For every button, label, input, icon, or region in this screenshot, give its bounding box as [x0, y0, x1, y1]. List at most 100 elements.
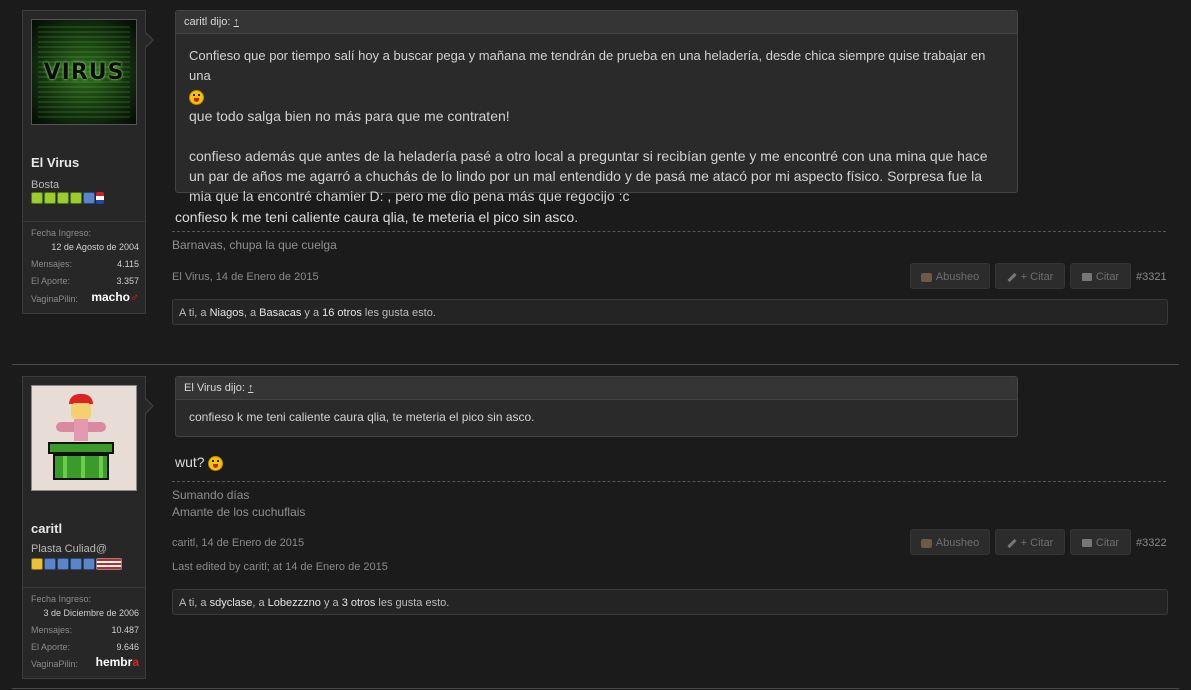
shield-badge-icon: [83, 558, 95, 570]
quote-line: Confieso que por tiempo salí hoy a busca…: [189, 48, 986, 83]
edited-note: Last edited by caritl; at 14 de Enero de…: [172, 561, 388, 573]
multiquote-button[interactable]: + Citar: [995, 529, 1065, 555]
pipe-top-icon: [48, 442, 114, 454]
signature-line: Barnavas, chupa la que cuelga: [172, 238, 337, 252]
stat-value: 12 de Agosto de 2004: [51, 242, 139, 252]
quote-button[interactable]: Citar: [1070, 263, 1131, 289]
report-button[interactable]: Abusheo: [910, 263, 990, 289]
thumbs-down-icon: [920, 272, 932, 282]
report-label: Abusheo: [935, 537, 980, 549]
quote-line: confieso además que antes de la heladerí…: [189, 148, 988, 164]
likes-text: y a: [320, 597, 342, 609]
quote-block: caritl dijo: ↑ Confieso que por tiempo sa…: [175, 10, 1018, 204]
post-number[interactable]: #3322: [1136, 537, 1167, 549]
gender-text: hembr: [95, 655, 133, 669]
quote-line: que todo salga bien no más para que me c…: [189, 108, 510, 124]
quote-author: El Virus dijo:: [184, 382, 245, 394]
heart-badge-icon: [57, 192, 69, 204]
likes-text: A ti, a: [179, 307, 210, 319]
heart-badge-icon: [70, 192, 82, 204]
avatar[interactable]: [31, 385, 137, 491]
stat-label: VaginaPilin:: [31, 659, 78, 669]
quote-label: Citar: [1095, 271, 1120, 283]
smiley-icon: [189, 86, 1004, 106]
quote-header: caritl dijo: ↑: [176, 11, 1017, 34]
multiquote-label: + Citar: [1020, 271, 1054, 283]
report-button[interactable]: Abusheo: [910, 529, 990, 555]
female-symbol-icon: a: [132, 655, 139, 669]
heart-badge-icon: [31, 192, 43, 204]
quote-jump-link[interactable]: ↑: [233, 16, 239, 28]
liker-link[interactable]: Lobezzzno: [268, 597, 321, 609]
multiquote-button[interactable]: + Citar: [995, 263, 1065, 289]
likes-text: les gusta esto.: [375, 597, 450, 609]
signature: Sumando días Amante de los cuchuflais: [172, 481, 1166, 521]
likes-others-link[interactable]: 3 otros: [342, 597, 376, 609]
stat-value: 10.487: [111, 625, 139, 635]
quote-author: caritl dijo:: [184, 16, 231, 28]
shield-badge-icon: [44, 558, 56, 570]
gender-text: macho: [91, 290, 130, 304]
quote-line: mia que la encontré chamier D: , pero me…: [189, 188, 630, 204]
likes-bar: A ti, a sdyclase, a Lobezzzno y a 3 otro…: [172, 589, 1168, 615]
stat-label: Fecha Ingreso:: [31, 594, 92, 604]
liker-link[interactable]: Basacas: [259, 307, 301, 319]
signature: Barnavas, chupa la que cuelga: [172, 231, 1166, 254]
pencil-icon: [1007, 538, 1017, 548]
stat-label: Mensajes:: [31, 625, 73, 635]
signature-line: Amante de los cuchuflais: [172, 505, 306, 519]
user-title: Bosta: [31, 179, 60, 191]
user-title: Plasta Culiad@: [31, 543, 107, 555]
crown-badge-icon: [31, 558, 43, 570]
flag-badge-icon: [96, 558, 122, 570]
stat-value: 3.357: [116, 276, 139, 286]
avatar-text: VIRUS: [43, 60, 125, 85]
likes-bar: A ti, a Niagos, a Basacas y a 16 otros l…: [172, 299, 1168, 325]
signature-line: Sumando días: [172, 488, 250, 502]
post-message: wut?: [175, 454, 224, 471]
likes-others-link[interactable]: 16 otros: [322, 307, 362, 319]
post-meta: caritl, 14 de Enero de 2015: [172, 537, 305, 549]
post-number[interactable]: #3321: [1136, 271, 1167, 283]
post-message: confieso k me teni caliente caura qlia, …: [175, 209, 579, 225]
shield-badge-icon: [57, 558, 69, 570]
quote-header: El Virus dijo: ↑: [176, 377, 1017, 400]
post-meta: El Virus, 14 de Enero de 2015: [172, 271, 319, 283]
post-divider: [12, 688, 1179, 689]
post-3322: caritl Plasta Culiad@ Fecha Ingreso: 3 d…: [0, 366, 1191, 690]
speech-bubble-icon: [1081, 273, 1092, 282]
thumbs-down-icon: [920, 538, 932, 548]
rank-badges: [31, 558, 122, 570]
likes-text: , a: [243, 307, 260, 319]
multiquote-label: + Citar: [1020, 537, 1054, 549]
stat-label: El Aporte:: [31, 276, 71, 286]
quote-text: Confieso que por tiempo salí hoy a busca…: [176, 34, 1017, 218]
stat-label: Mensajes:: [31, 259, 73, 269]
quote-text: confieso k me teni caliente caura qlia, …: [176, 400, 1017, 439]
flag-badge-icon: [96, 192, 104, 204]
likes-text: , a: [252, 597, 268, 609]
gender-label: hembra: [96, 655, 139, 669]
likes-text: les gusta esto.: [361, 307, 436, 319]
speech-bubble-icon: [1081, 539, 1092, 548]
heart-badge-icon: [44, 192, 56, 204]
avatar[interactable]: VIRUS: [31, 19, 137, 125]
liker-link[interactable]: Niagos: [210, 307, 244, 319]
report-label: Abusheo: [935, 271, 980, 283]
user-stats: Fecha Ingreso: 12 de Agosto de 2004 Mens…: [23, 221, 145, 314]
stat-label: Fecha Ingreso:: [31, 228, 92, 238]
quote-button[interactable]: Citar: [1070, 529, 1131, 555]
likes-text: A ti, a: [179, 597, 210, 609]
quote-line: confieso k me teni caliente caura qlia, …: [189, 410, 535, 424]
stat-label: El Aporte:: [31, 642, 71, 652]
quote-label: Citar: [1095, 537, 1120, 549]
username[interactable]: El Virus: [31, 155, 79, 170]
stat-value: 3 de Diciembre de 2006: [43, 608, 139, 618]
liker-link[interactable]: sdyclase: [210, 597, 253, 609]
quote-block: El Virus dijo: ↑ confieso k me teni calie…: [175, 376, 1018, 437]
user-info-panel: caritl Plasta Culiad@ Fecha Ingreso: 3 d…: [22, 376, 154, 679]
username[interactable]: caritl: [31, 521, 62, 536]
quote-jump-link[interactable]: ↑: [248, 382, 254, 394]
character-body-icon: [74, 419, 88, 441]
shield-badge-icon: [83, 192, 95, 204]
